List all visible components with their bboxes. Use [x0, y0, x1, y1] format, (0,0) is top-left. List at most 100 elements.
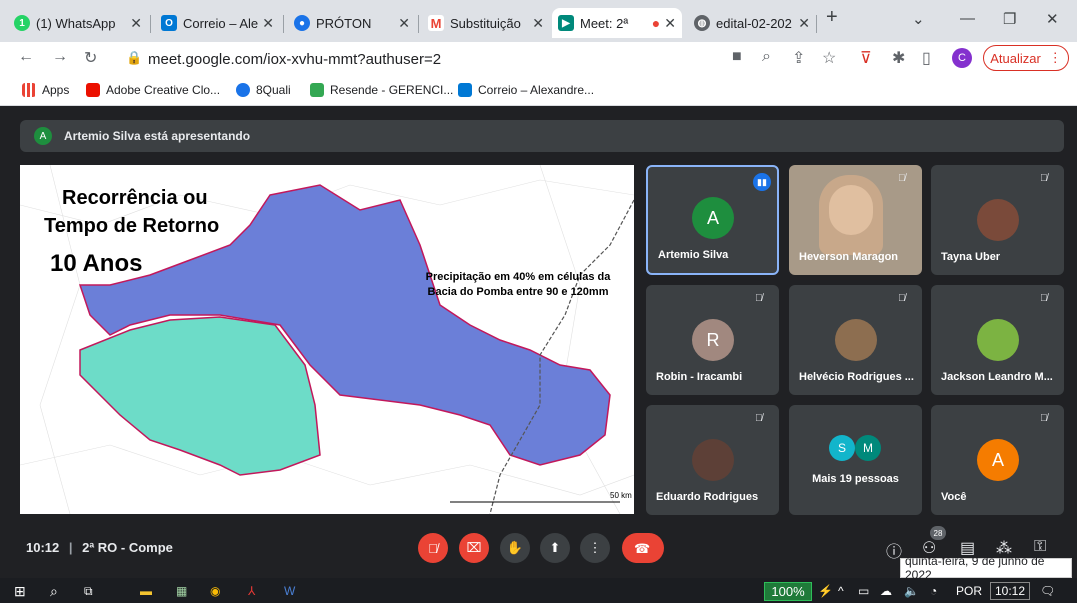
count-text: 28 — [933, 528, 943, 538]
close-icon[interactable]: ✕ — [398, 15, 410, 32]
mic-off-icon: 🎙̸ — [755, 413, 763, 424]
camera-icon[interactable]: ■ — [732, 48, 742, 66]
search-icon[interactable]: ⌕ — [50, 582, 58, 600]
extension-icon[interactable]: ⊽ — [860, 48, 872, 68]
participant-name: Você — [941, 491, 967, 503]
bookmark-label: Resende - GERENCI... — [330, 83, 454, 97]
minimize-button[interactable]: — — [960, 10, 975, 27]
avatar-letter: R — [706, 329, 720, 350]
bookmark-star-icon[interactable]: ☆ — [822, 48, 836, 68]
slide-title: Recorrência ou — [62, 185, 208, 211]
address-bar[interactable]: meet.google.com/iox-xvhu-mmt?authuser=2 — [148, 46, 748, 72]
language-indicator[interactable]: POR — [956, 582, 982, 600]
url-text: meet.google.com/iox-xvhu-mmt?authuser=2 — [148, 50, 442, 68]
avatar-letter: A — [991, 449, 1004, 470]
raise-hand-button[interactable]: ✋ — [500, 533, 530, 563]
bookmark-correio[interactable]: Correio – Alexandre... — [458, 83, 594, 97]
participant-tile[interactable]: A ▮▮ Artemio Silva — [646, 165, 779, 275]
bookmark-adobe[interactable]: Adobe Creative Clo... — [86, 83, 220, 97]
sidepanel-icon[interactable]: ▯ — [922, 48, 931, 68]
end-call-button[interactable]: ☎ — [622, 533, 664, 563]
participant-tile[interactable]: 🎙̸ Jackson Leandro M... — [931, 285, 1064, 395]
profile-letter: C — [958, 52, 966, 64]
reload-icon[interactable]: ↻ — [84, 48, 97, 68]
participant-name: Tayna Uber — [941, 251, 1001, 263]
notifications-icon[interactable]: 🗨 — [1040, 582, 1055, 600]
tab-edital[interactable]: ◍ edital-02-202 ✕ — [688, 8, 816, 38]
bookmark-8quali[interactable]: 8Quali — [236, 83, 291, 97]
tab-gmail[interactable]: M Substituição ✕ — [422, 8, 550, 38]
close-icon[interactable]: ✕ — [130, 15, 142, 32]
mic-toggle-button[interactable]: 🎙̸ — [418, 533, 448, 563]
participant-tile[interactable]: 🎙̸ Eduardo Rodrigues — [646, 405, 779, 515]
mic-off-icon: 🎙̸ — [1040, 413, 1048, 424]
mic-off-icon: 🎙̸ — [1040, 173, 1048, 184]
close-icon[interactable]: ✕ — [798, 15, 810, 32]
tab-label: edital-02-202 — [716, 15, 792, 31]
face — [829, 185, 873, 235]
present-button[interactable]: ⬆ — [540, 533, 570, 563]
new-tab-button[interactable]: + — [826, 6, 838, 29]
file-explorer-icon[interactable]: ▬ — [140, 582, 152, 600]
close-icon[interactable]: ✕ — [262, 15, 274, 32]
more-participants-tile[interactable]: S M Mais 19 pessoas — [789, 405, 922, 515]
caption-line: Bacia do Pomba entre 90 e 120mm — [427, 286, 609, 299]
taskbar-clock[interactable]: 10:12 — [990, 582, 1031, 600]
chrome-icon[interactable]: ◉ — [210, 582, 220, 600]
calculator-icon[interactable]: ▦ — [176, 582, 187, 600]
share-icon[interactable]: ⇪ — [792, 48, 805, 68]
meet-icon: ▶ — [558, 15, 574, 31]
presenter-avatar: A — [34, 127, 52, 145]
avatar-photo — [977, 199, 1019, 241]
participant-tile[interactable]: R 🎙̸ Robin - Iracambi — [646, 285, 779, 395]
bookmark-apps[interactable]: Apps — [22, 83, 69, 97]
participant-name: Artemio Silva — [658, 249, 729, 261]
avatar-photo — [835, 319, 877, 361]
meeting-time: 10:12 — [26, 540, 60, 555]
meeting-info: 10:12 | 2ª RO - Compe — [26, 540, 173, 555]
tab-proton[interactable]: ● PRÓTON ✕ — [288, 8, 416, 38]
word-icon[interactable]: W — [284, 582, 295, 600]
camera-toggle-button[interactable]: ⌧ — [459, 533, 489, 563]
profile-avatar[interactable]: C — [952, 48, 972, 68]
participant-name: Helvécio Rodrigues ... — [799, 371, 914, 383]
bookmark-label: Correio – Alexandre... — [478, 83, 595, 97]
tray-chevron-icon[interactable]: ^ — [838, 582, 844, 600]
windows-start-icon[interactable]: ⊞ — [14, 582, 26, 600]
update-button[interactable]: Atualizar ⋮ — [983, 45, 1069, 71]
participant-name: Jackson Leandro M... — [941, 371, 1053, 383]
slide-title-line: Tempo de Retorno — [44, 215, 220, 237]
participant-tile[interactable]: 🎙̸ Tayna Uber — [931, 165, 1064, 275]
task-view-icon[interactable]: ⧉ — [84, 582, 93, 600]
participant-tile[interactable]: 🎙̸ Heverson Maragon — [789, 165, 922, 275]
bookmark-resende[interactable]: Resende - GERENCI... — [310, 83, 453, 97]
screen: 1 (1) WhatsApp ✕ O Correio – Alex ✕ ● PR… — [0, 0, 1077, 603]
zoom-icon[interactable]: ⌕ — [762, 48, 771, 66]
tab-outlook[interactable]: O Correio – Alex ✕ — [155, 8, 280, 38]
close-icon[interactable]: ✕ — [532, 15, 544, 32]
maximize-button[interactable]: ❐ — [1003, 10, 1016, 28]
window-close-button[interactable]: ✕ — [1046, 10, 1059, 28]
bookmark-label: Apps — [42, 83, 70, 97]
acrobat-icon[interactable]: ⅄ — [248, 582, 255, 600]
more-options-button[interactable]: ⋮ — [580, 533, 610, 563]
tab-whatsapp[interactable]: 1 (1) WhatsApp ✕ — [8, 8, 148, 38]
close-icon[interactable]: ✕ — [664, 15, 676, 32]
volume-icon[interactable]: 🔈 — [904, 582, 919, 600]
participant-tile-self[interactable]: A 🎙̸ Você — [931, 405, 1064, 515]
slide-caption: Precipitação em 40% em células da Bacia … — [418, 270, 618, 301]
tab-search-icon[interactable]: ⌄ — [912, 10, 925, 28]
avatar-letter: A — [706, 207, 719, 228]
more-label: Mais 19 pessoas — [812, 473, 899, 485]
participant-name: Eduardo Rodrigues — [656, 491, 759, 503]
wifi-icon[interactable]: ◔ — [930, 582, 937, 600]
globe-icon: ◍ — [694, 15, 710, 31]
tab-meet[interactable]: ▶ Meet: 2ª ● ✕ — [552, 8, 682, 38]
back-icon[interactable]: ← — [18, 48, 34, 66]
participant-tile[interactable]: 🎙̸ Helvécio Rodrigues ... — [789, 285, 922, 395]
puzzle-icon[interactable]: ✱ — [892, 48, 905, 68]
cloud-icon: ☁ — [880, 584, 892, 598]
update-label: Atualizar — [990, 50, 1041, 66]
battery-indicator: 100% — [764, 582, 812, 601]
forward-icon[interactable]: → — [52, 48, 68, 66]
